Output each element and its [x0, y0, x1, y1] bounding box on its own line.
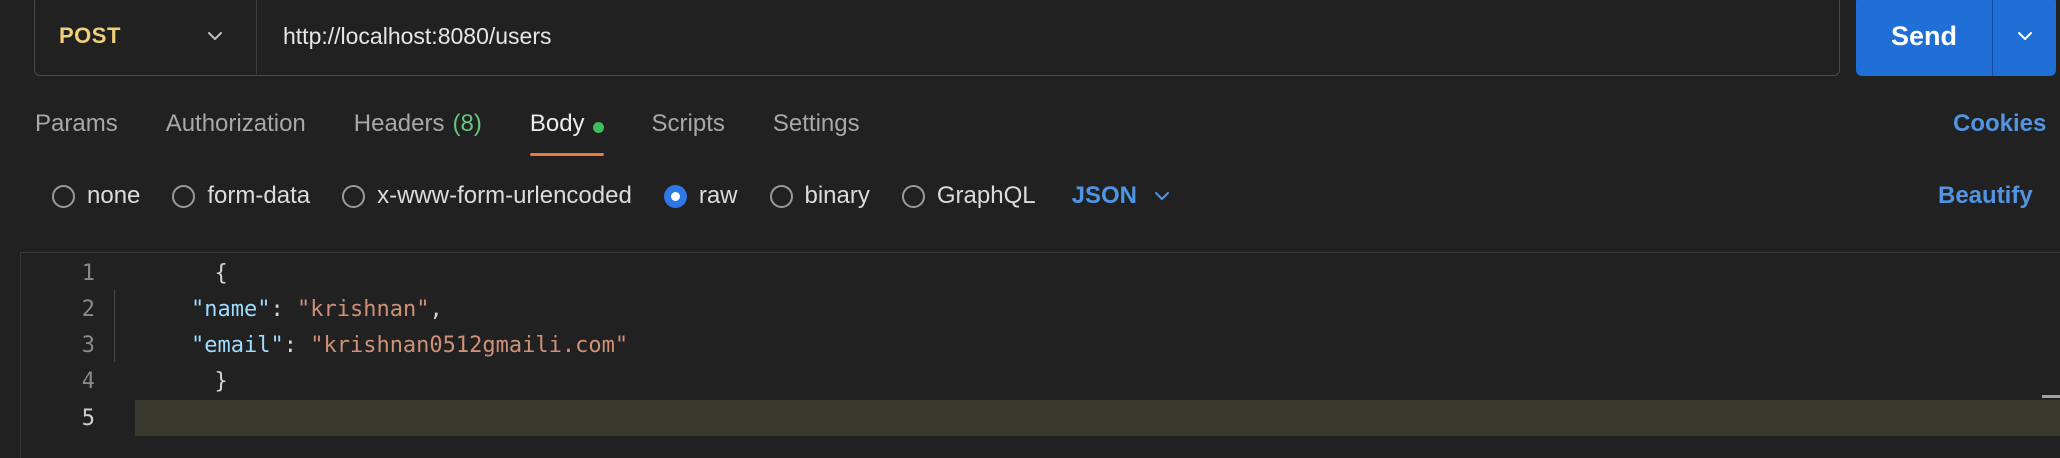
line-number: 3: [81, 332, 95, 358]
code-editor[interactable]: 1 { 2 "name": "krishnan", 3 "email": "kr…: [20, 252, 2060, 458]
body-type-options: none form-data x-www-form-urlencoded raw…: [52, 178, 1173, 214]
body-type-raw[interactable]: raw: [663, 182, 738, 210]
json-key: "name": [191, 296, 271, 322]
body-type-none[interactable]: none: [52, 182, 140, 210]
radio-button[interactable]: [172, 184, 196, 208]
body-type-form-data[interactable]: form-data: [172, 182, 310, 210]
code-line: 2 "name": "krishnan",: [21, 291, 2060, 327]
tab-label: Authorization: [165, 110, 306, 137]
json-value: "krishnan0512gmaili.com": [310, 332, 629, 358]
tab-scripts[interactable]: Scripts: [652, 104, 725, 156]
radio-label: binary: [804, 182, 870, 209]
code-line: 1 {: [21, 255, 2060, 291]
scrollbar-marker[interactable]: [2042, 395, 2060, 398]
radio-button-checked[interactable]: [663, 184, 687, 208]
send-options-button[interactable]: [1992, 0, 2056, 76]
body-type-graphql[interactable]: GraphQL: [901, 182, 1036, 210]
language-label: JSON: [1071, 182, 1137, 209]
radio-label: GraphQL: [936, 182, 1036, 209]
line-number: 5: [81, 405, 95, 431]
tab-body[interactable]: Body: [529, 104, 604, 156]
code-line: 3 "email": "krishnan0512gmaili.com": [21, 327, 2060, 363]
body-type-urlencoded[interactable]: x-www-form-urlencoded: [342, 182, 632, 210]
line-number: 1: [81, 260, 95, 286]
cookies-link[interactable]: Cookies: [1953, 110, 2046, 138]
brace-close: }: [214, 368, 228, 394]
request-url-bar: POST http://localhost:8080/users: [34, 0, 1840, 76]
chevron-down-icon: [208, 32, 222, 40]
code-line: 5: [21, 400, 2060, 436]
json-colon: :: [270, 296, 297, 322]
tab-authorization[interactable]: Authorization: [166, 104, 306, 156]
code-line: 4 }: [21, 363, 2060, 399]
radio-button[interactable]: [769, 184, 793, 208]
tab-label: Settings: [772, 110, 860, 137]
indent-guide: [114, 290, 115, 362]
headers-count: (8): [452, 110, 482, 137]
radio-button[interactable]: [901, 184, 925, 208]
radio-label: x-www-form-urlencoded: [377, 182, 632, 209]
tab-headers[interactable]: Headers (8): [354, 104, 482, 156]
json-value: "krishnan": [296, 296, 430, 322]
tab-label: Headers: [353, 110, 445, 137]
json-colon: :: [283, 332, 311, 358]
radio-label: form-data: [207, 182, 311, 209]
code-text: "name": "krishnan",: [191, 297, 443, 322]
method-select[interactable]: POST: [35, 0, 257, 75]
json-comma: ,: [429, 296, 443, 322]
beautify-button[interactable]: Beautify: [1938, 182, 2033, 210]
radio-label: none: [87, 182, 141, 209]
body-type-binary[interactable]: binary: [769, 182, 870, 210]
send-button-group: Send: [1856, 0, 2056, 76]
line-number: 2: [81, 296, 95, 322]
brace-open: {: [214, 260, 228, 286]
method-label: POST: [59, 23, 121, 48]
tab-label: Body: [529, 110, 585, 137]
chevron-down-icon: [1154, 192, 1169, 200]
url-input[interactable]: http://localhost:8080/users: [257, 23, 1839, 50]
chevron-down-icon: [2017, 32, 2032, 40]
tab-settings[interactable]: Settings: [773, 104, 860, 156]
code-text: "email": "krishnan0512gmaili.com": [191, 333, 628, 358]
tab-params[interactable]: Params: [35, 104, 118, 156]
tab-label: Params: [35, 110, 118, 137]
send-button[interactable]: Send: [1856, 0, 1992, 76]
language-select[interactable]: JSON: [1072, 182, 1173, 210]
tab-label: Scripts: [651, 110, 725, 137]
radio-label: raw: [698, 182, 738, 209]
radio-button[interactable]: [342, 184, 366, 208]
body-modified-dot: [592, 122, 604, 133]
radio-button[interactable]: [52, 184, 75, 208]
line-number: 4: [81, 368, 95, 394]
request-tabs: Params Authorization Headers (8) Body Sc…: [35, 104, 908, 156]
